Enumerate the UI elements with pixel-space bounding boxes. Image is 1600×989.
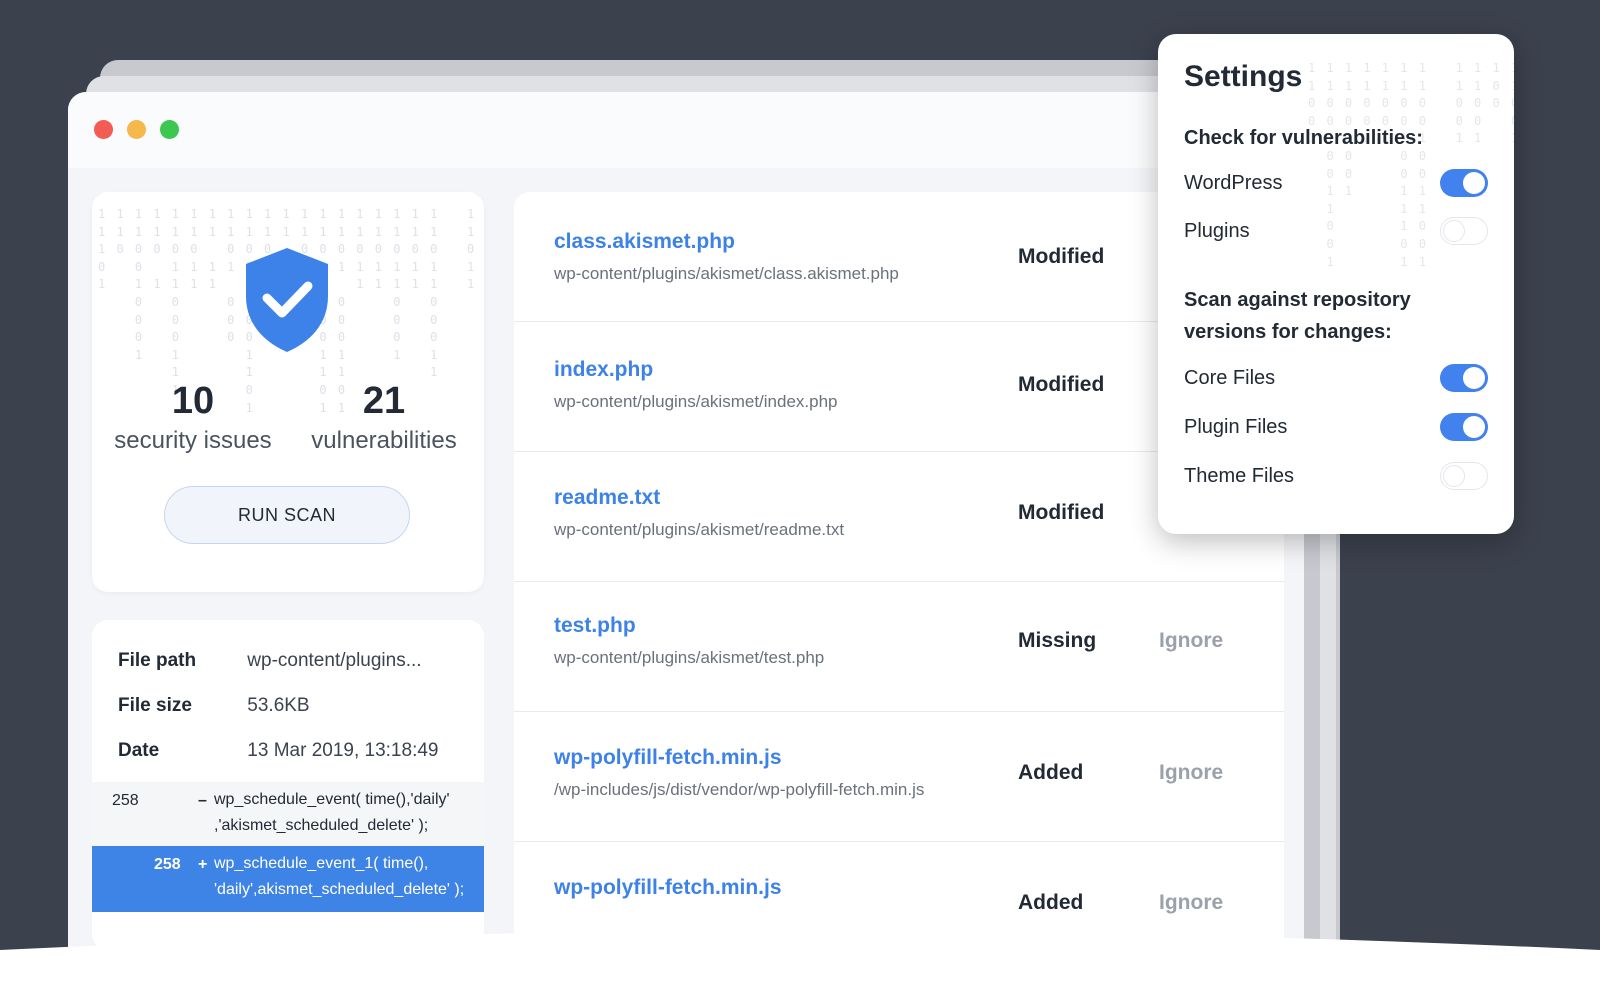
core-files-toggle[interactable] (1440, 364, 1488, 392)
title-bar (68, 92, 1320, 168)
bottom-wave-decoration (0, 931, 1600, 989)
binary-pattern-decoration: 1 1 1 1 1 1 1 1 1 1 1 1 1 1 1 1 1 1 1 1 … (1308, 61, 1514, 269)
file-row[interactable]: test.php wp-content/plugins/akismet/test… (514, 582, 1284, 712)
file-status: Missing (1018, 629, 1097, 652)
toggle-knob (1443, 220, 1465, 242)
ignore-button[interactable]: Ignore (1159, 761, 1223, 785)
toggle-label-plugins: Plugins (1184, 220, 1250, 242)
security-issues-count: 10 (171, 380, 215, 422)
file-status: Added (1018, 761, 1084, 784)
file-status: Modified (1018, 501, 1105, 524)
file-path-label: File path (118, 650, 197, 671)
file-path: /wp-includes/js/dist/vendor/wp-polyfill-… (554, 780, 925, 799)
file-row[interactable]: wp-polyfill-fetch.min.js /wp-includes/js… (514, 712, 1284, 842)
vulnerabilities-heading: Check for vulnerabilities: (1184, 127, 1423, 149)
file-name-link[interactable]: readme.txt (554, 486, 660, 510)
file-status: Added (1018, 891, 1084, 914)
file-date-row: Date 13 Mar 2019, 13:18:49 (118, 740, 438, 762)
shield-check-icon (246, 248, 328, 352)
diff-removed-line: 258 – wp_schedule_event( time(),'daily' … (92, 782, 484, 846)
toggle-label-theme-files: Theme Files (1184, 465, 1295, 487)
ignore-button[interactable]: Ignore (1159, 891, 1223, 915)
run-scan-button[interactable]: RUN SCAN (164, 486, 410, 544)
file-path: wp-content/plugins/akismet/readme.txt (554, 520, 845, 539)
file-name-link[interactable]: index.php (554, 358, 653, 382)
minimize-window-button[interactable] (127, 120, 146, 139)
file-detail-card: File path wp-content/plugins... File siz… (92, 620, 484, 950)
toggle-label-wordpress: WordPress (1184, 172, 1283, 194)
ignore-button[interactable]: Ignore (1159, 629, 1223, 653)
app-window: 1 1 1 1 1 1 1 1 1 1 1 1 1 1 1 1 1 1 1 1 … (68, 92, 1320, 989)
file-size-label: File size (118, 695, 192, 716)
toggle-knob (1463, 172, 1485, 194)
close-window-button[interactable] (94, 120, 113, 139)
toggle-label-plugin-files: Plugin Files (1184, 416, 1288, 438)
plugins-toggle[interactable] (1440, 217, 1488, 245)
diff-line-number: 258 (112, 792, 139, 809)
diff-added-line: 258 + wp_schedule_event_1( time(), 'dail… (92, 846, 484, 912)
vulnerabilities-stat: 21 vulnerabilities (304, 380, 464, 455)
repository-heading: Scan against repository versions for cha… (1184, 289, 1411, 343)
file-path-row: File path wp-content/plugins... (118, 650, 422, 672)
security-issues-stat: 10 security issues (110, 380, 276, 455)
toggle-knob (1443, 465, 1465, 487)
toggle-knob (1463, 416, 1485, 438)
diff-line-number: 258 (154, 856, 181, 873)
file-path-value: wp-content/plugins... (247, 650, 422, 671)
toggle-label-core-files: Core Files (1184, 367, 1276, 389)
file-path: wp-content/plugins/akismet/test.php (554, 648, 825, 667)
diff-minus-sign: – (198, 792, 207, 809)
file-path: wp-content/plugins/akismet/index.php (554, 392, 838, 411)
settings-panel: 1 1 1 1 1 1 1 1 1 1 1 1 1 1 1 1 1 1 1 1 … (1158, 34, 1514, 534)
file-size-row: File size 53.6KB (118, 695, 310, 717)
maximize-window-button[interactable] (160, 120, 179, 139)
toggle-knob (1463, 367, 1485, 389)
file-date-value: 13 Mar 2019, 13:18:49 (247, 740, 439, 761)
file-status: Modified (1018, 373, 1105, 396)
settings-title: Settings (1184, 60, 1303, 93)
vulnerabilities-label: vulnerabilities (311, 427, 457, 454)
diff-code: wp_schedule_event( time(),'daily' ,'akis… (214, 791, 450, 834)
scan-summary-card: 1 1 1 1 1 1 1 1 1 1 1 1 1 1 1 1 1 1 1 1 … (92, 192, 484, 592)
file-name-link[interactable]: wp-polyfill-fetch.min.js (554, 746, 782, 770)
plugin-files-toggle[interactable] (1440, 413, 1488, 441)
security-issues-label: security issues (114, 427, 272, 454)
file-name-link[interactable]: wp-polyfill-fetch.min.js (554, 876, 782, 900)
file-name-link[interactable]: test.php (554, 614, 636, 638)
diff-plus-sign: + (198, 856, 208, 873)
file-name-link[interactable]: class.akismet.php (554, 230, 735, 254)
theme-files-toggle[interactable] (1440, 462, 1488, 490)
file-size-value: 53.6KB (247, 695, 310, 716)
vulnerabilities-count: 21 (362, 380, 406, 422)
diff-code: wp_schedule_event_1( time(), 'daily',aki… (214, 855, 465, 898)
file-status: Modified (1018, 245, 1105, 268)
file-date-label: Date (118, 740, 160, 761)
wordpress-toggle[interactable] (1440, 169, 1488, 197)
file-path: wp-content/plugins/akismet/class.akismet… (554, 264, 899, 283)
